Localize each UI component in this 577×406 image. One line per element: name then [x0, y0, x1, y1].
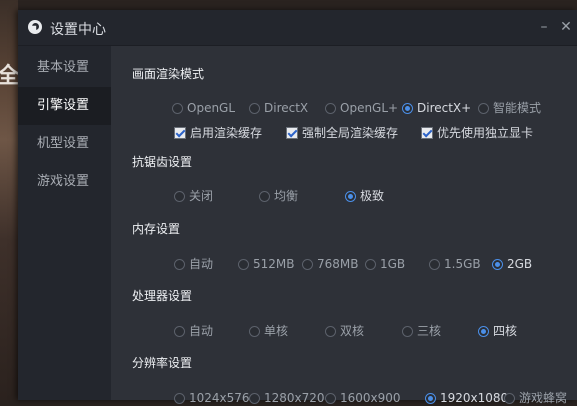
radio-unselected-icon[interactable] — [259, 191, 270, 202]
radio-selected-icon[interactable] — [492, 259, 503, 270]
radio-unselected-icon[interactable] — [174, 191, 185, 202]
title-bar[interactable]: 设置中心 – ✕ — [18, 10, 577, 46]
resolution-option-label: 1280x720 — [264, 391, 325, 405]
memory-option-label: 512MB — [253, 257, 295, 271]
cpu-option-label: 自动 — [189, 324, 214, 338]
render-cache-checkbox[interactable]: 优先使用独立显卡 — [421, 125, 533, 141]
cpu-option-label: 双核 — [340, 324, 365, 338]
checkbox-label: 优先使用独立显卡 — [437, 126, 534, 140]
checkbox-checked-icon[interactable] — [174, 127, 186, 139]
antialias-option[interactable]: 均衡 — [259, 188, 298, 204]
radio-unselected-icon[interactable] — [172, 103, 183, 114]
antialias-option-label: 均衡 — [274, 189, 299, 203]
radio-selected-icon[interactable] — [425, 393, 436, 404]
resolution-option[interactable]: 1920x1080 — [425, 390, 508, 406]
memory-option[interactable]: 512MB — [238, 256, 295, 272]
memory-option[interactable]: 1GB — [365, 256, 405, 272]
memory-option-label: 768MB — [317, 257, 359, 271]
window-title: 设置中心 — [50, 22, 106, 38]
sidebar-item-engine[interactable]: 引擎设置 — [18, 87, 111, 125]
cpu-option[interactable]: 双核 — [325, 323, 364, 339]
radio-unselected-icon[interactable] — [325, 326, 336, 337]
memory-option-label: 1.5GB — [444, 257, 481, 271]
render_mode-option-label: DirectX — [264, 101, 309, 115]
render_mode-option[interactable]: DirectX — [249, 100, 308, 116]
cpu-option[interactable]: 三核 — [402, 323, 441, 339]
radio-unselected-icon[interactable] — [238, 259, 249, 270]
render_mode-option[interactable]: 智能模式 — [478, 100, 541, 116]
render_mode-option-label: OpenGL — [187, 101, 236, 115]
resolution-option[interactable]: 游戏蜂窝 — [504, 390, 567, 406]
radio-unselected-icon[interactable] — [249, 326, 260, 337]
resolution-option-label: 1920x1080 — [440, 391, 509, 405]
memory-option[interactable]: 自动 — [174, 256, 213, 272]
radio-unselected-icon[interactable] — [302, 259, 313, 270]
checkbox-checked-icon[interactable] — [286, 127, 298, 139]
background-glyph: 全 — [0, 64, 20, 89]
radio-unselected-icon[interactable] — [249, 393, 260, 404]
antialias-option[interactable]: 极致 — [345, 188, 384, 204]
radio-unselected-icon[interactable] — [174, 326, 185, 337]
section-title-resolution: 分辨率设置 — [132, 356, 193, 370]
settings-content: 画面渲染模式 OpenGL DirectX OpenGL+ DirectX+ 智能模式 … — [111, 46, 577, 405]
render-cache-checkbox[interactable]: 启用渲染缓存 — [174, 125, 262, 141]
memory-option-label: 自动 — [189, 257, 214, 271]
radio-unselected-icon[interactable] — [402, 326, 413, 337]
cpu-option-label: 单核 — [264, 324, 289, 338]
radio-unselected-icon[interactable] — [325, 393, 336, 404]
settings-window: 设置中心 – ✕ 基本设置 引擎设置 机型设置 游戏设置 画面渲染模式 Open… — [18, 10, 577, 405]
render_mode-option[interactable]: DirectX+ — [402, 100, 471, 116]
section-title-antialias: 抗锯齿设置 — [132, 155, 193, 169]
radio-unselected-icon[interactable] — [478, 103, 489, 114]
resolution-option-label: 游戏蜂窝 — [519, 391, 568, 405]
radio-selected-icon[interactable] — [478, 326, 489, 337]
close-button[interactable]: ✕ — [555, 17, 577, 37]
render_mode-option-label: DirectX+ — [417, 101, 472, 115]
resolution-option-label: 1600x900 — [340, 391, 401, 405]
memory-option[interactable]: 768MB — [302, 256, 359, 272]
antialias-option-label: 极致 — [360, 189, 385, 203]
memory-option-label: 2GB — [507, 257, 533, 271]
radio-unselected-icon[interactable] — [174, 259, 185, 270]
section-title-cpu: 处理器设置 — [132, 289, 193, 303]
checkbox-label: 强制全局渲染缓存 — [302, 126, 399, 140]
antialias-option-label: 关闭 — [189, 189, 214, 203]
resolution-option-label: 1024x576 — [189, 391, 250, 405]
render-cache-checkbox[interactable]: 强制全局渲染缓存 — [286, 125, 398, 141]
checkbox-checked-icon[interactable] — [421, 127, 433, 139]
cpu-option-label: 三核 — [417, 324, 442, 338]
render_mode-option-label: OpenGL+ — [340, 101, 399, 115]
render_mode-option-label: 智能模式 — [493, 101, 542, 115]
section-title-render-mode: 画面渲染模式 — [132, 67, 205, 81]
minimize-button[interactable]: – — [533, 17, 555, 37]
memory-option[interactable]: 2GB — [492, 256, 532, 272]
radio-unselected-icon[interactable] — [365, 259, 376, 270]
section-title-memory: 内存设置 — [132, 222, 181, 236]
sidebar: 基本设置 引擎设置 机型设置 游戏设置 — [18, 46, 111, 400]
radio-unselected-icon[interactable] — [249, 103, 260, 114]
radio-selected-icon[interactable] — [345, 191, 356, 202]
sidebar-item-basic[interactable]: 基本设置 — [18, 49, 111, 87]
checkbox-label: 启用渲染缓存 — [190, 126, 263, 140]
antialias-option[interactable]: 关闭 — [174, 188, 213, 204]
cpu-option[interactable]: 单核 — [249, 323, 288, 339]
cpu-option-label: 四核 — [493, 324, 518, 338]
sidebar-item-game[interactable]: 游戏设置 — [18, 163, 111, 201]
radio-unselected-icon[interactable] — [504, 393, 515, 404]
render_mode-option[interactable]: OpenGL+ — [325, 100, 398, 116]
radio-unselected-icon[interactable] — [174, 393, 185, 404]
render_mode-option[interactable]: OpenGL — [172, 100, 235, 116]
app-logo-icon — [28, 20, 42, 34]
radio-unselected-icon[interactable] — [325, 103, 336, 114]
resolution-option[interactable]: 1024x576 — [174, 390, 250, 406]
memory-option[interactable]: 1.5GB — [429, 256, 481, 272]
cpu-option[interactable]: 自动 — [174, 323, 213, 339]
cpu-option[interactable]: 四核 — [478, 323, 517, 339]
radio-selected-icon[interactable] — [402, 103, 413, 114]
radio-unselected-icon[interactable] — [429, 259, 440, 270]
memory-option-label: 1GB — [380, 257, 406, 271]
sidebar-item-device[interactable]: 机型设置 — [18, 125, 111, 163]
resolution-option[interactable]: 1600x900 — [325, 390, 401, 406]
resolution-option[interactable]: 1280x720 — [249, 390, 325, 406]
